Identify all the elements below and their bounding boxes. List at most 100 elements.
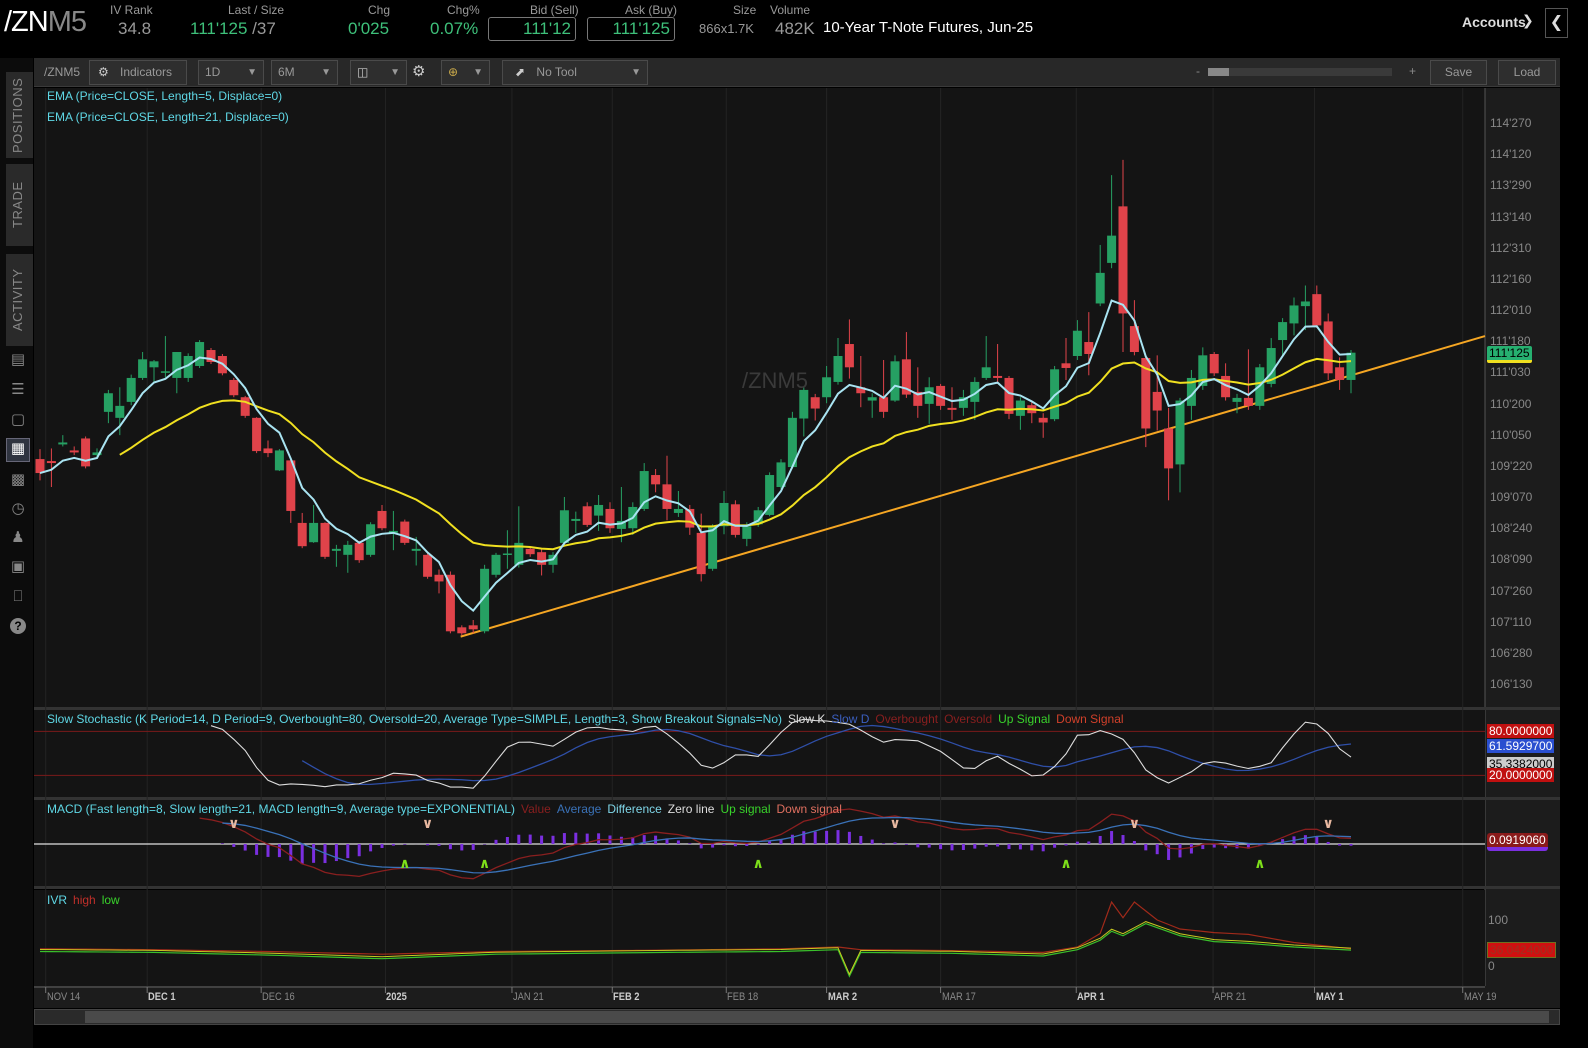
candle-body — [1095, 272, 1105, 304]
candle-body — [1209, 354, 1219, 374]
date-label: MAY 19 — [1463, 991, 1497, 1003]
candle-body — [1061, 363, 1071, 368]
ivr-axis-0: 0 — [1488, 959, 1495, 973]
ema21-label[interactable]: EMA (Price=CLOSE, Length=21, Displace=0) — [47, 110, 289, 124]
candle-body — [457, 627, 467, 634]
candle-body — [981, 367, 991, 378]
candle-body — [1312, 294, 1322, 326]
candle-body — [1152, 391, 1162, 411]
candle-body — [833, 355, 843, 382]
candle-body — [491, 554, 501, 575]
legend-item: Up Signal — [998, 712, 1051, 726]
candle-body — [354, 542, 364, 561]
candle-body — [400, 521, 410, 543]
candle-body — [229, 379, 239, 396]
candle-body — [1335, 367, 1345, 380]
price-tick-label: 112'010 — [1490, 303, 1532, 318]
candle-body — [799, 389, 809, 419]
candle-body — [673, 508, 683, 513]
candle-body — [708, 526, 718, 569]
candle-body — [879, 397, 889, 412]
candle-body — [1118, 206, 1128, 314]
candle-body — [263, 448, 273, 454]
date-label: APR 1 — [1077, 991, 1105, 1003]
legend-item: Overbought — [875, 712, 939, 726]
candle-body — [1004, 377, 1014, 414]
price-tick-label: 111'030 — [1490, 365, 1531, 380]
overbought-readout: 80.0000000 — [1487, 724, 1555, 738]
candle-body — [1323, 321, 1333, 374]
candle-body — [468, 625, 478, 630]
up-signal-arrow: ∧ — [399, 855, 410, 871]
date-label: DEC 16 — [262, 991, 295, 1003]
candle-body — [993, 375, 1003, 378]
ivr-legend[interactable]: IVR high low — [47, 893, 120, 907]
candle-body — [1346, 352, 1356, 380]
down-signal-arrow: ∨ — [422, 815, 433, 831]
candle-body — [810, 397, 820, 409]
candle-body — [1289, 305, 1299, 324]
stochastic-legend[interactable]: Slow Stochastic (K Period=14, D Period=9… — [47, 712, 1124, 726]
slow-d-readout: 61.5929700 — [1487, 739, 1555, 753]
candle-body — [525, 548, 535, 555]
candle-body — [103, 393, 113, 412]
chart-canvas[interactable]: ∨ ∨ ∨ ∨ ∨ ∧ ∧ ∧ ∧ ∧ — [0, 0, 1588, 1047]
price-tick-label: 112'310 — [1490, 240, 1532, 255]
stochastic-label: Slow Stochastic (K Period=14, D Period=9… — [47, 712, 782, 726]
candle-body — [297, 522, 307, 547]
price-tick-label: 108'090 — [1490, 552, 1533, 567]
legend-item: high — [73, 893, 96, 907]
candle-body — [331, 548, 341, 551]
down-signal-arrow: ∨ — [228, 815, 239, 831]
candle-body — [537, 552, 547, 565]
candle-body — [571, 518, 581, 521]
price-pane — [34, 88, 1485, 707]
candle-body — [1175, 400, 1185, 465]
candle-body — [149, 361, 159, 368]
legend-item: Oversold — [944, 712, 993, 726]
candle-body — [58, 442, 68, 445]
candle-body — [309, 522, 319, 543]
pane-divider — [34, 797, 1560, 800]
candle-body — [423, 554, 433, 577]
price-tick-label: 114'120 — [1490, 147, 1532, 162]
candle-body — [138, 359, 148, 378]
candle-body — [924, 387, 934, 404]
date-label: DEC 1 — [148, 991, 176, 1003]
candle-body — [730, 504, 740, 535]
legend-item: Slow K — [788, 712, 826, 726]
macd-legend[interactable]: MACD (Fast length=8, Slow length=21, MAC… — [47, 802, 842, 816]
axis-strip — [1485, 88, 1560, 1007]
pane-divider — [34, 707, 1560, 710]
candle-body — [594, 504, 604, 516]
candle-body — [343, 544, 353, 555]
candle-body — [274, 450, 284, 471]
candle-body — [651, 475, 661, 485]
legend-item: Average — [556, 802, 602, 816]
candle-body — [502, 553, 512, 556]
pane-divider — [34, 886, 1560, 889]
down-signal-arrow: ∨ — [1323, 815, 1334, 831]
candle-body — [559, 510, 569, 543]
candle-body — [434, 574, 444, 582]
candle-body — [822, 377, 832, 398]
date-label: FEB 18 — [727, 991, 759, 1003]
price-tick-label: 107'260 — [1490, 583, 1533, 598]
candle-body — [240, 397, 250, 416]
date-label: JAN 21 — [512, 991, 544, 1003]
scrollbar-thumb[interactable] — [85, 1011, 1549, 1023]
legend-item: Value — [521, 802, 551, 816]
up-signal-arrow: ∧ — [479, 855, 490, 871]
ema5-label[interactable]: EMA (Price=CLOSE, Length=5, Displace=0) — [47, 89, 282, 103]
candle-body — [844, 344, 854, 368]
legend-item: Slow D — [831, 712, 870, 726]
horizontal-scrollbar[interactable] — [34, 1009, 1560, 1025]
legend-item: Zero line — [667, 802, 715, 816]
candle-body — [377, 510, 387, 529]
candle-body — [662, 484, 672, 509]
date-label: NOV 14 — [46, 991, 80, 1003]
candle-body — [195, 342, 205, 366]
candle-body — [1243, 397, 1253, 406]
oversold-readout: 20.0000000 — [1487, 768, 1555, 782]
up-signal-arrow: ∧ — [1060, 855, 1071, 871]
